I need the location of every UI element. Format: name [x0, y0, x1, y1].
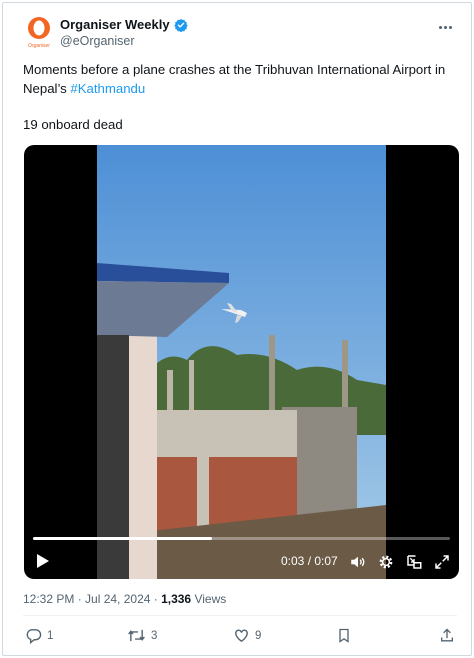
- share-icon: [441, 628, 453, 642]
- video-player[interactable]: 0:03 / 0:07: [24, 145, 459, 579]
- name-row: Organiser Weekly: [60, 17, 188, 32]
- progress-bar[interactable]: [33, 537, 450, 540]
- tweet-meta: 12:32 PM · Jul 24, 2024 · 1,336 Views: [23, 592, 226, 606]
- action-bar: 1 3 9: [23, 627, 457, 649]
- bookmark-button[interactable]: [336, 627, 352, 644]
- tweet-text-line2: 19 onboard dead: [23, 117, 123, 132]
- repost-icon: [128, 629, 145, 642]
- play-icon[interactable]: [36, 553, 50, 569]
- settings-icon[interactable]: [377, 553, 395, 571]
- fullscreen-icon[interactable]: [433, 553, 451, 571]
- account-handle[interactable]: @eOrganiser: [60, 34, 135, 48]
- reply-count: 1: [47, 629, 54, 642]
- video-time: 0:03 / 0:07: [281, 554, 338, 568]
- views-label: Views: [191, 592, 227, 606]
- hashtag-link[interactable]: #Kathmandu: [70, 81, 145, 96]
- volume-icon[interactable]: [349, 553, 367, 571]
- repost-count: 3: [151, 629, 158, 642]
- bookmark-icon: [339, 628, 349, 643]
- progress-fill: [33, 537, 213, 540]
- views-count: 1,336: [161, 592, 192, 606]
- tweet-timestamp[interactable]: 12:32 PM · Jul 24, 2024 ·: [23, 592, 161, 606]
- repost-button[interactable]: 3: [127, 627, 157, 644]
- more-icon[interactable]: [435, 21, 455, 33]
- tweet-text: Moments before a plane crashes at the Tr…: [23, 60, 463, 98]
- like-button[interactable]: 9: [233, 627, 261, 644]
- video-controls: 0:03 / 0:07: [24, 549, 459, 575]
- logo-text: Organiser: [28, 43, 50, 49]
- verified-icon: [173, 18, 188, 32]
- divider: [23, 615, 457, 616]
- reply-icon: [26, 629, 42, 644]
- picture-in-picture-icon[interactable]: [405, 553, 423, 571]
- reply-button[interactable]: 1: [25, 627, 53, 644]
- like-count: 9: [255, 629, 262, 642]
- tweet-card: Organiser Organiser Weekly @eOrganiser M…: [2, 2, 472, 656]
- tweet-header: Organiser Organiser Weekly @eOrganiser: [25, 15, 455, 55]
- avatar[interactable]: Organiser: [25, 15, 53, 49]
- video-frame: [97, 145, 386, 579]
- account-name[interactable]: Organiser Weekly: [60, 17, 170, 32]
- share-button[interactable]: [439, 627, 455, 644]
- like-icon: [235, 629, 248, 643]
